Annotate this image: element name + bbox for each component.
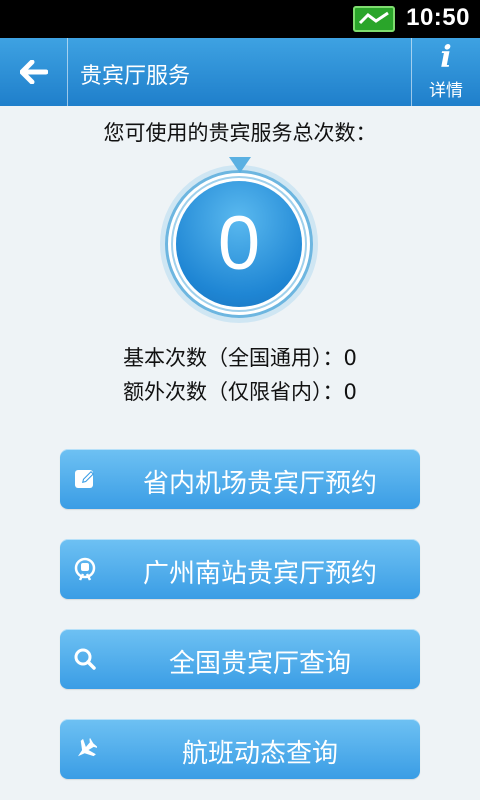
airport-lounge-booking-button[interactable]: 省内机场贵宾厅预约 [60, 449, 420, 509]
back-button[interactable] [0, 38, 68, 106]
button-label: 省内机场贵宾厅预约 [142, 469, 377, 499]
ring-pointer-icon [229, 157, 251, 173]
page-title: 贵宾厅服务 [80, 64, 191, 89]
status-bar: 10:50 [0, 0, 480, 38]
back-arrow-icon [20, 60, 48, 84]
status-time: 10:50 [406, 4, 470, 31]
detail-button[interactable]: i 详情 [411, 38, 480, 106]
extra-count-line: 额外次数（仅限省内）：0 [123, 380, 357, 404]
detail-label: 详情 [429, 81, 463, 101]
airplane-icon [77, 738, 97, 757]
national-lounge-search-button[interactable]: 全国贵宾厅查询 [60, 629, 420, 689]
button-label: 全国贵宾厅查询 [168, 649, 351, 679]
button-label: 广州南站贵宾厅预约 [142, 559, 377, 589]
info-icon: i [440, 40, 452, 75]
flight-status-button[interactable]: 航班动态查询 [60, 719, 420, 779]
total-count: 0 [176, 181, 302, 307]
train-icon [74, 557, 96, 581]
edit-icon [75, 470, 94, 488]
signal-icon [353, 6, 395, 32]
title-bar: 贵宾厅服务 i 详情 [0, 38, 480, 106]
guangzhou-south-lounge-booking-button[interactable]: 广州南站贵宾厅预约 [60, 539, 420, 599]
basic-count-line: 基本次数（全国通用）：0 [123, 346, 357, 370]
total-count-question: 您可使用的贵宾服务总次数： [103, 121, 377, 145]
search-icon [74, 648, 96, 670]
button-label: 航班动态查询 [181, 739, 338, 769]
